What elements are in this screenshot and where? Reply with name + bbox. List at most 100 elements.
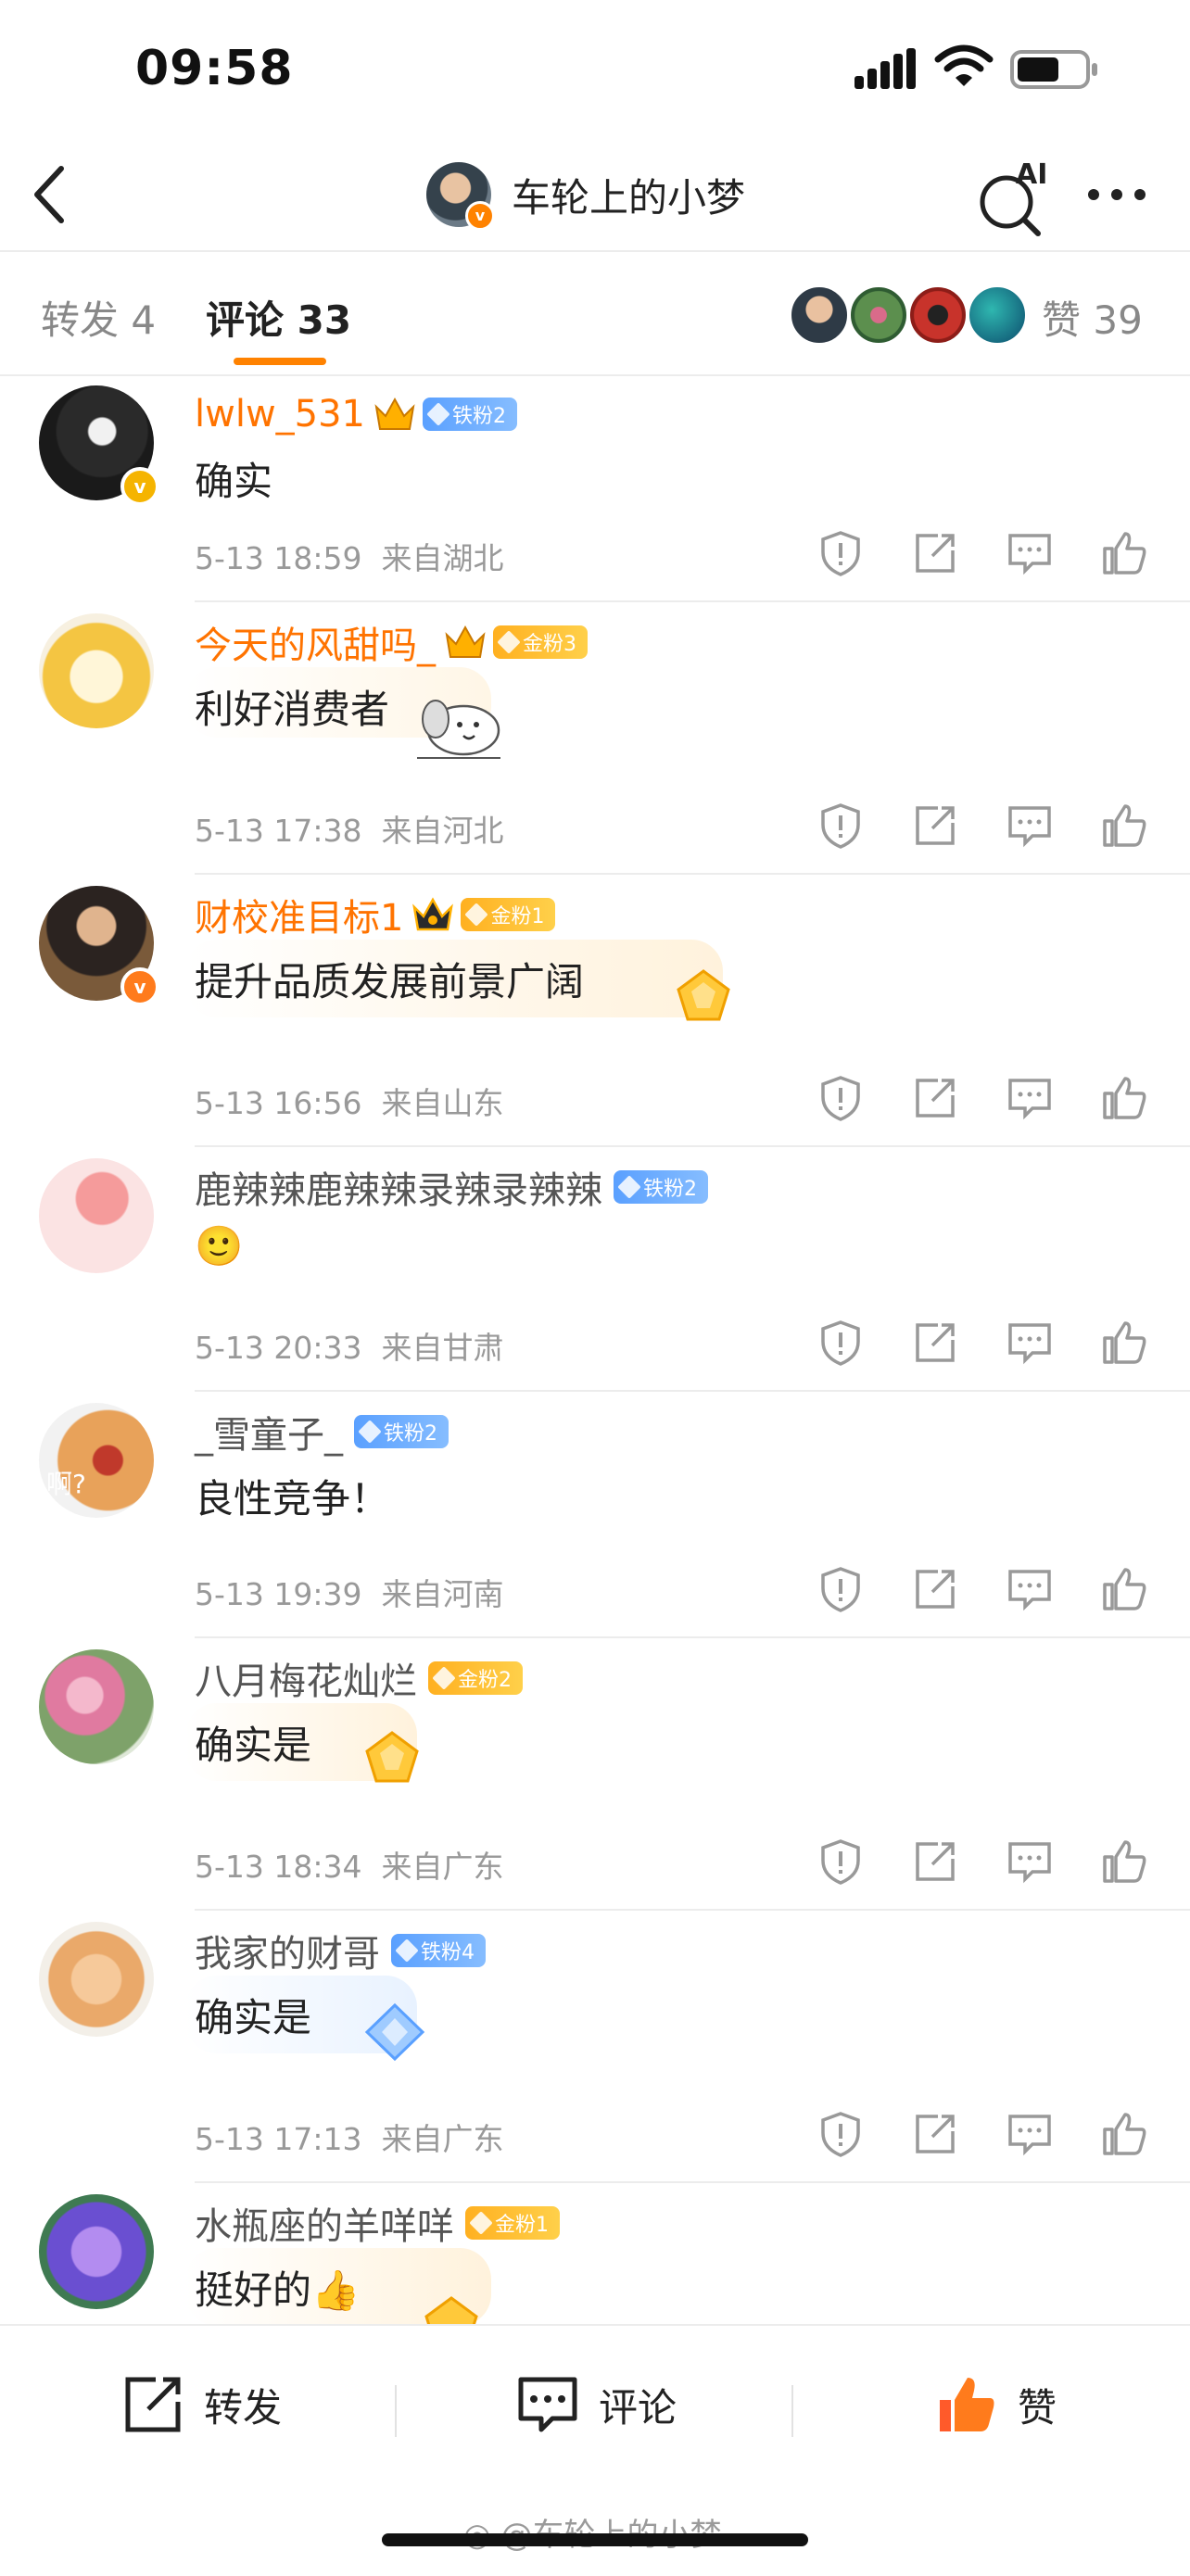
gold-gem-icon — [365, 1731, 419, 1783]
fan-badge-label: 金粉1 — [495, 2214, 549, 2237]
tab-like[interactable]: 赞 39 — [1042, 289, 1143, 346]
author-header[interactable]: v 车轮上的小梦 — [426, 158, 745, 232]
crown-icon — [445, 625, 486, 658]
gold-gem-icon — [424, 2296, 478, 2324]
reply-icon[interactable] — [1005, 801, 1055, 851]
liker-avatar — [908, 285, 968, 345]
avatar-text: 啊? — [46, 1469, 86, 1499]
reply-icon[interactable] — [1005, 2109, 1055, 2159]
repost-icon — [125, 2377, 181, 2432]
liker-avatar — [790, 285, 849, 345]
comment-time: 5-13 19:39 — [195, 1576, 362, 1612]
tab-comment-label: 评论 — [206, 297, 285, 343]
fan-badge: 铁粉2 — [354, 1415, 449, 1448]
comment-actions — [816, 528, 1149, 584]
commenter-avatar[interactable] — [39, 613, 154, 728]
share-icon[interactable] — [910, 1837, 960, 1887]
cellular-signal-icon — [855, 48, 916, 89]
reply-icon[interactable] — [1005, 1564, 1055, 1614]
comment-text: 确实是 — [195, 1995, 312, 2040]
fan-badge-label: 金粉1 — [490, 905, 545, 928]
comment-meta: 5-13 17:38 来自河北 — [195, 806, 503, 851]
commenter-name[interactable]: 鹿辣辣鹿辣辣录辣录辣辣 — [195, 1160, 602, 1214]
home-indicator[interactable] — [382, 2533, 808, 2546]
like-icon[interactable] — [1099, 528, 1149, 578]
comment-meta: 5-13 19:39 来自河南 — [195, 1570, 503, 1614]
commenter-name[interactable]: 财校准目标1 — [195, 888, 403, 941]
commenter-name[interactable]: 水瓶座的羊咩咩 — [195, 2196, 454, 2250]
back-arrow-icon[interactable] — [28, 159, 74, 230]
fan-badge: 金粉1 — [465, 2206, 560, 2240]
wifi-icon — [934, 44, 994, 86]
like-icon[interactable] — [1099, 2109, 1149, 2159]
tab-comment-count: 33 — [297, 297, 352, 343]
report-icon[interactable] — [816, 2109, 866, 2159]
tab-comment[interactable]: 评论 33 — [206, 289, 351, 346]
like-icon[interactable] — [1099, 1837, 1149, 1887]
diamond-icon — [497, 630, 521, 654]
more-options-icon[interactable] — [1084, 176, 1149, 213]
report-icon[interactable] — [816, 1564, 866, 1614]
reply-icon[interactable] — [1005, 528, 1055, 578]
diamond-icon — [432, 1666, 456, 1690]
comment-item: v lwlw_531 铁粉2 确实 5-13 18:59 来自湖北 — [0, 374, 1190, 602]
bottom-repost-button[interactable]: 转发 — [120, 2372, 282, 2437]
comment-text: 挺好的👍 — [195, 2267, 361, 2313]
commenter-name[interactable]: _雪童子_ — [195, 1405, 343, 1458]
comment-location: 来自湖北 — [381, 540, 504, 576]
fan-badge: 金粉1 — [461, 898, 556, 931]
report-icon[interactable] — [816, 1837, 866, 1887]
share-icon[interactable] — [910, 1564, 960, 1614]
reply-icon[interactable] — [1005, 1318, 1055, 1368]
comment-item: 鹿辣辣鹿辣辣录辣录辣辣 铁粉2 🙂 5-13 20:33 来自甘肃 — [0, 1147, 1190, 1392]
commenter-avatar[interactable] — [39, 1649, 154, 1764]
like-icon[interactable] — [1099, 801, 1149, 851]
commenter-name[interactable]: 我家的财哥 — [195, 1924, 380, 1977]
comment-item: 我家的财哥 铁粉4 确实是 5-13 17:13 来自广东 — [0, 1911, 1190, 2183]
comment-item: 今天的风甜吗_ 金粉3 利好消费者 5-13 17:38 来自河北 — [0, 602, 1190, 875]
author-avatar[interactable]: v — [426, 162, 495, 231]
tab-like-label: 赞 — [1042, 297, 1082, 343]
report-icon[interactable] — [816, 801, 866, 851]
share-icon[interactable] — [910, 801, 960, 851]
report-icon[interactable] — [816, 1318, 866, 1368]
share-icon[interactable] — [910, 528, 960, 578]
comment-actions — [816, 1564, 1149, 1620]
comment-time: 5-13 17:38 — [195, 813, 362, 849]
comment-actions — [816, 1837, 1149, 1892]
like-icon[interactable] — [1099, 1564, 1149, 1614]
author-name[interactable]: 车轮上的小梦 — [512, 167, 745, 223]
bottom-like-button[interactable]: 赞 — [934, 2372, 1057, 2437]
verified-badge-icon: v — [465, 201, 495, 231]
comment-list[interactable]: v lwlw_531 铁粉2 确实 5-13 18:59 来自湖北 今天的风甜吗… — [0, 374, 1190, 2324]
share-icon[interactable] — [910, 2109, 960, 2159]
tab-repost[interactable]: 转发 4 — [41, 289, 156, 346]
reply-icon[interactable] — [1005, 1837, 1055, 1887]
like-icon[interactable] — [1099, 1318, 1149, 1368]
like-icon[interactable] — [1099, 1073, 1149, 1123]
commenter-avatar[interactable] — [39, 1922, 154, 2037]
watermark: ◎ @车轮上的小梦 — [463, 2509, 721, 2555]
fan-badge: 金粉2 — [428, 1661, 523, 1695]
reply-icon[interactable] — [1005, 1073, 1055, 1123]
commenter-name[interactable]: 八月梅花灿烂 — [195, 1651, 417, 1705]
liker-avatar — [968, 285, 1027, 345]
diamond-icon — [358, 1420, 382, 1444]
report-icon[interactable] — [816, 528, 866, 578]
commenter-name[interactable]: 今天的风甜吗_ — [195, 615, 436, 669]
crown-icon — [412, 897, 454, 931]
comment-text: 确实 — [195, 459, 273, 504]
diamond-icon — [464, 903, 489, 927]
ai-search-icon[interactable]: AI — [973, 154, 1057, 237]
fan-badge: 铁粉2 — [614, 1170, 708, 1204]
bottom-comment-button[interactable]: 评论 — [515, 2372, 677, 2437]
commenter-avatar[interactable] — [39, 1158, 154, 1273]
share-icon[interactable] — [910, 1073, 960, 1123]
comment-meta: 5-13 18:59 来自湖北 — [195, 534, 503, 578]
commenter-avatar[interactable]: 啊? — [39, 1403, 154, 1518]
report-icon[interactable] — [816, 1073, 866, 1123]
commenter-avatar[interactable] — [39, 2194, 154, 2309]
commenter-name[interactable]: lwlw_531 — [195, 393, 365, 436]
share-icon[interactable] — [910, 1318, 960, 1368]
diamond-icon — [469, 2211, 493, 2235]
